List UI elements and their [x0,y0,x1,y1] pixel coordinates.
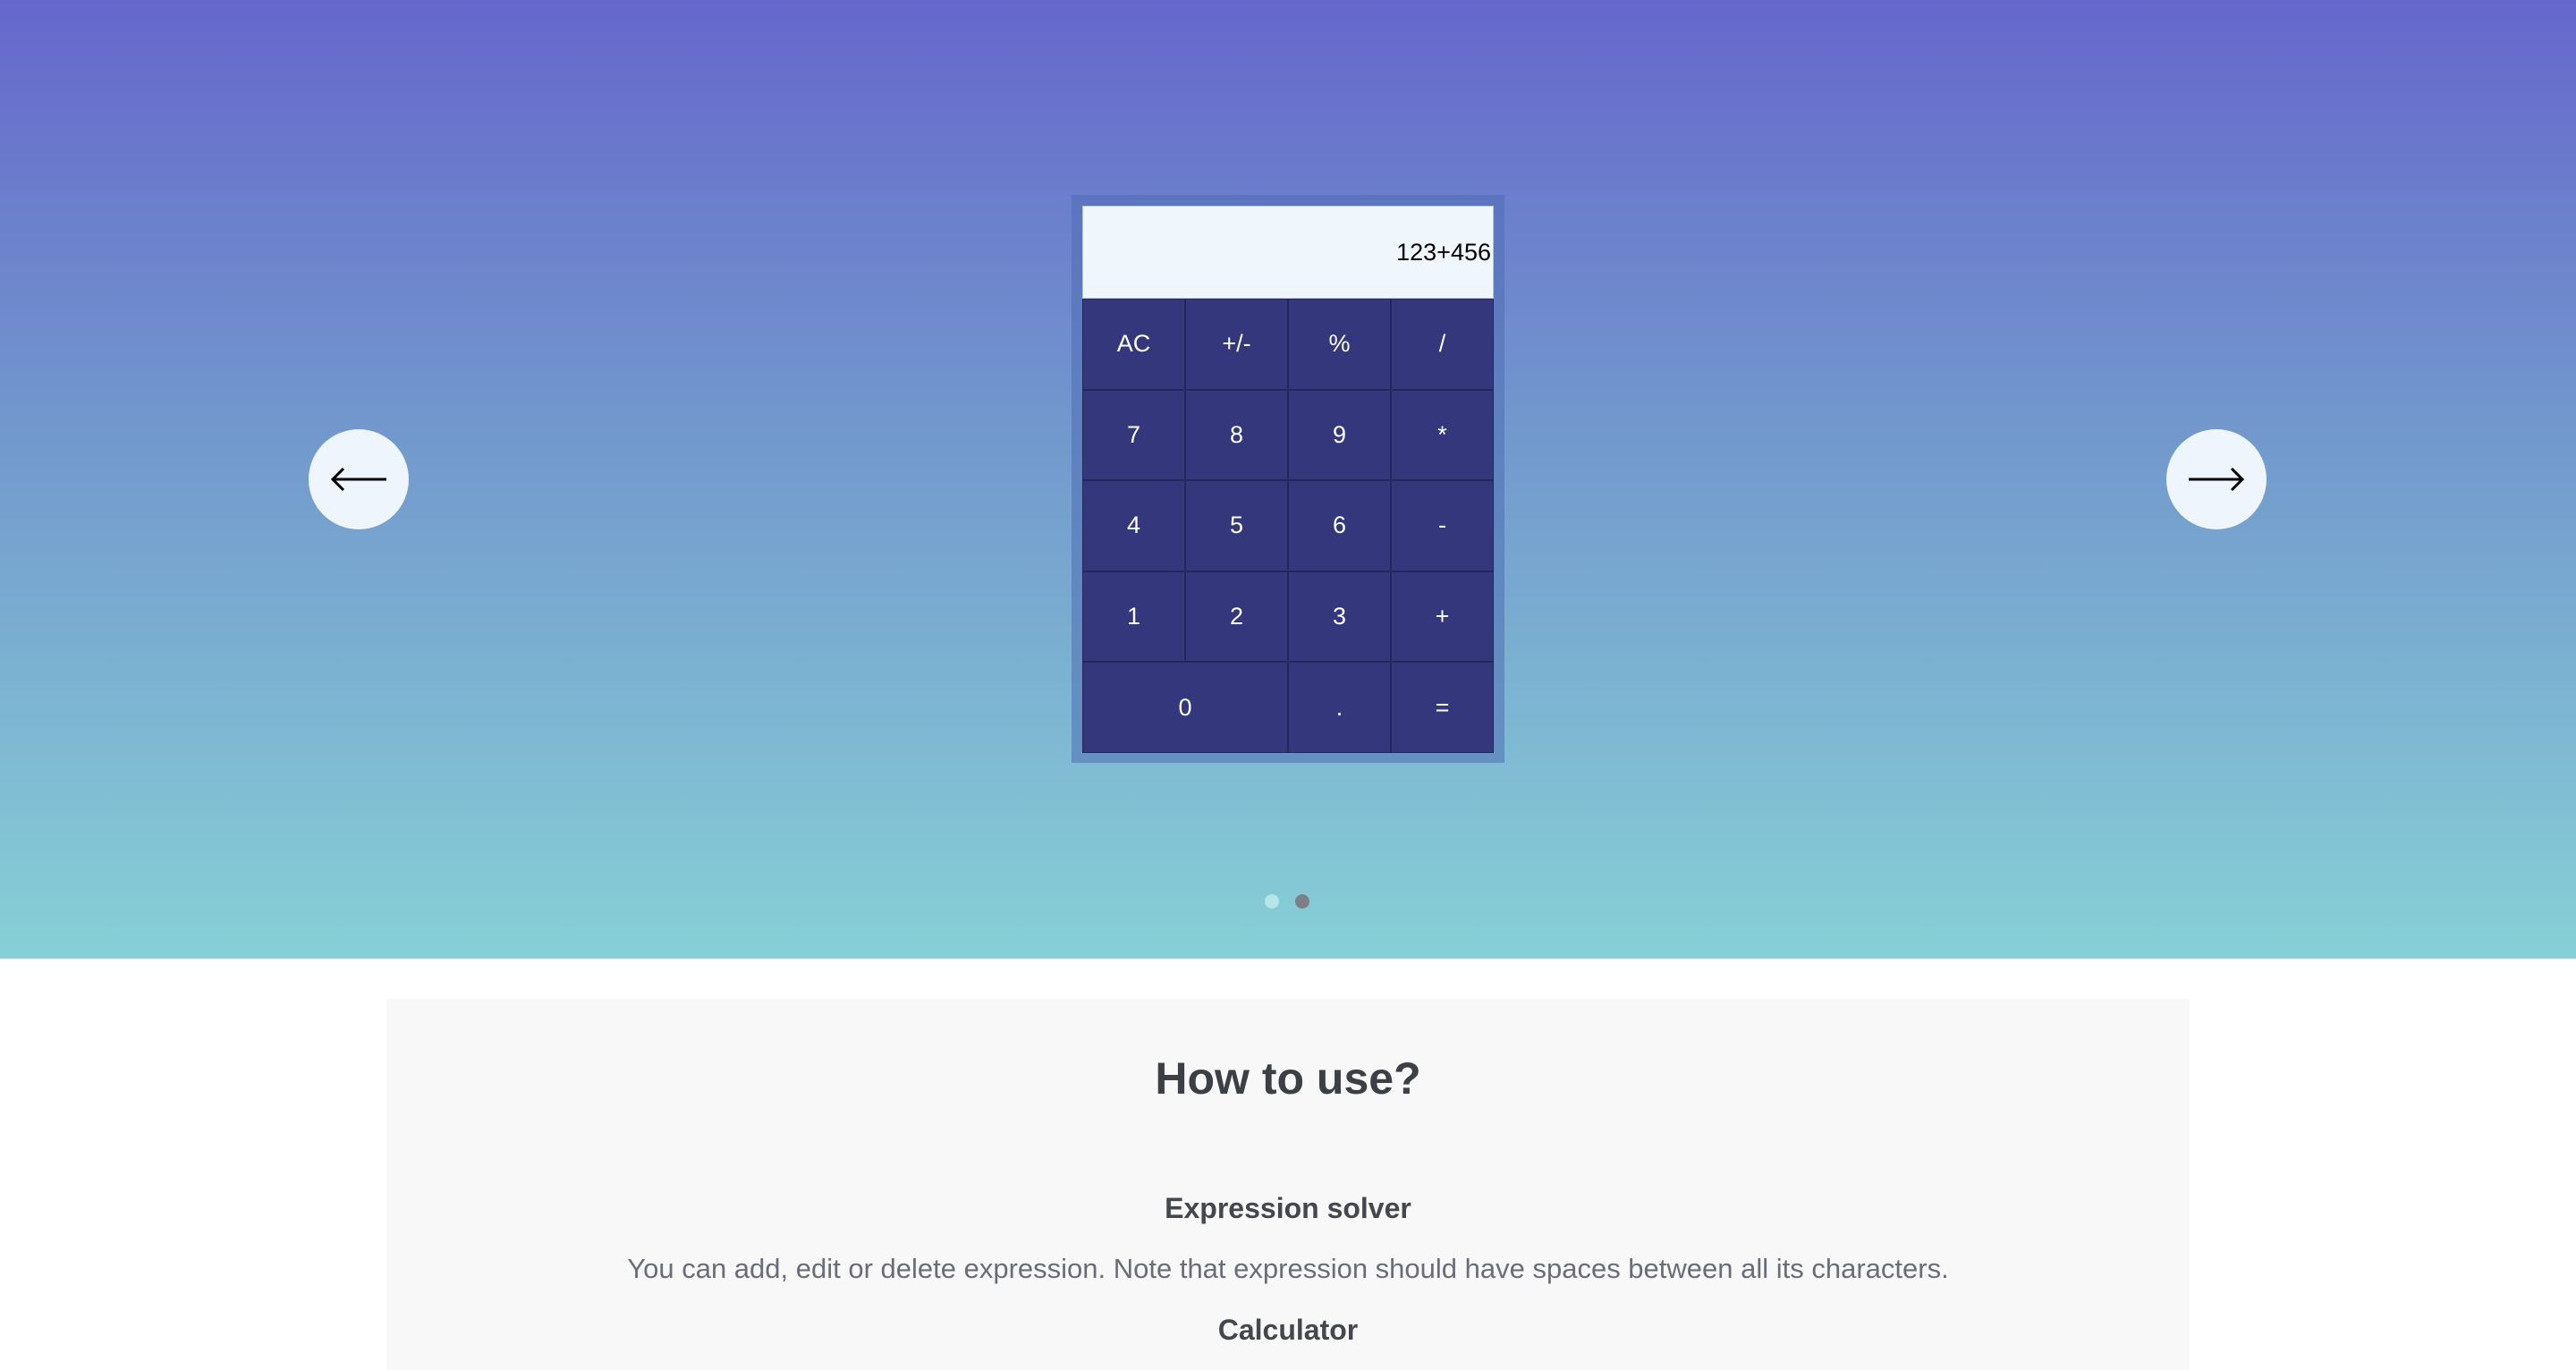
expression-solver-heading: Expression solver [1165,1192,1411,1224]
calculator-heading: Calculator [1217,1314,1359,1346]
right-arrow-icon [2189,467,2245,492]
key-5[interactable]: 5 [1185,480,1288,571]
key-percent[interactable]: % [1288,299,1391,390]
section-title: How to use? [1155,1053,1421,1104]
carousel-indicators [1265,894,1309,909]
left-arrow-icon [330,467,386,492]
carousel-indicator-1[interactable] [1265,894,1279,909]
calculator-keypad: AC +/- % / 7 8 9 * 4 5 6 - 1 2 3 + 0 . = [1082,299,1494,753]
key-9[interactable]: 9 [1288,389,1391,481]
key-6[interactable]: 6 [1288,480,1391,571]
calculator: 123+456 AC +/- % / 7 8 9 * 4 5 6 - 1 2 3… [1072,195,1504,763]
key-0[interactable]: 0 [1082,662,1288,753]
carousel-next-button[interactable] [2166,429,2267,529]
carousel-prev-button[interactable] [309,429,409,529]
expression-solver-text: You can add, edit or delete expression. … [627,1253,1949,1284]
carousel-indicator-2[interactable] [1295,894,1309,909]
key-add[interactable]: + [1391,571,1494,663]
key-sign[interactable]: +/- [1185,299,1288,390]
key-equals[interactable]: = [1391,662,1494,753]
key-decimal[interactable]: . [1288,662,1391,753]
calculator-display: 123+456 [1082,206,1494,299]
hero-carousel: 123+456 AC +/- % / 7 8 9 * 4 5 6 - 1 2 3… [0,0,2576,959]
key-4[interactable]: 4 [1082,480,1185,571]
key-divide[interactable]: / [1391,299,1494,390]
key-3[interactable]: 3 [1288,571,1391,663]
key-clear[interactable]: AC [1082,299,1185,390]
key-8[interactable]: 8 [1185,389,1288,481]
key-1[interactable]: 1 [1082,571,1185,663]
key-multiply[interactable]: * [1391,389,1494,481]
how-to-use-section: How to use? Expression solver You can ad… [386,999,2190,1370]
key-7[interactable]: 7 [1082,389,1185,481]
key-2[interactable]: 2 [1185,571,1288,663]
key-subtract[interactable]: - [1391,480,1494,571]
